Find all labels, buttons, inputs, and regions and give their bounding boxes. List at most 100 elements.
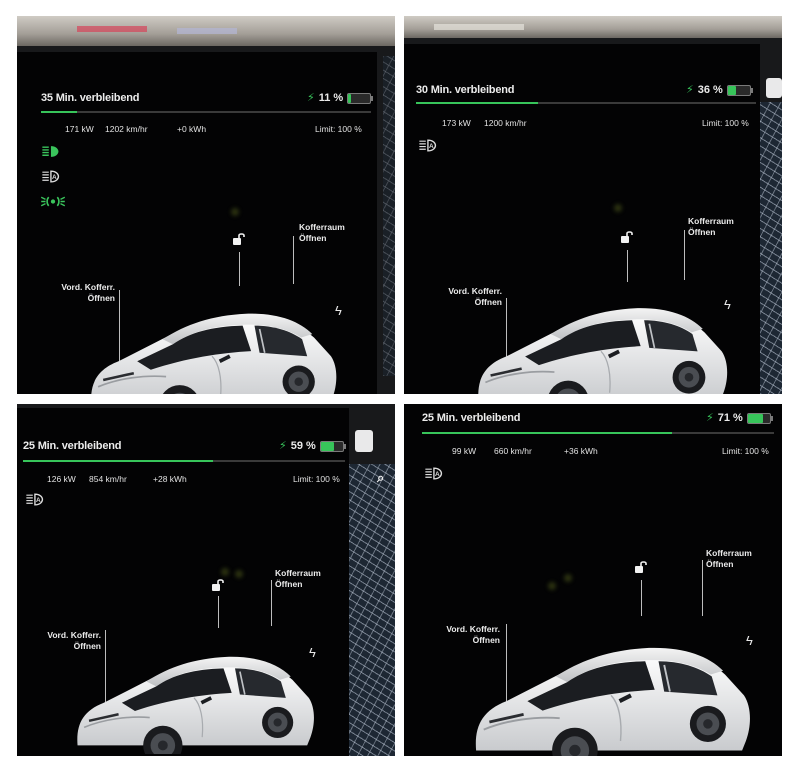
charging-screen-photo-4: 25 Min. verbleibend ⚡ 71 % 99 kW 660 km/… <box>404 404 782 756</box>
time-remaining: 25 Min. verbleibend <box>422 412 521 424</box>
parking-light-green-icon[interactable] <box>40 194 66 209</box>
trunk-label: Kofferraum <box>299 222 345 232</box>
battery-fill <box>747 413 764 423</box>
trunk-open-button[interactable]: Kofferraum Öffnen <box>688 216 734 238</box>
charge-progress-fill <box>416 102 539 104</box>
auto-high-beam-icon[interactable] <box>41 169 63 184</box>
battery-fill <box>348 93 351 103</box>
charge-rate: 1200 km/hr <box>484 118 527 128</box>
car-model <box>71 622 317 754</box>
charge-rate: 854 km/hr <box>89 474 127 484</box>
charging-screen-photo-2: 30 Min. verbleibend ⚡ 36 % 173 kW 1200 k… <box>404 16 782 394</box>
charge-port-bolt-icon[interactable]: ϟ <box>746 634 753 647</box>
charge-progress-fill <box>41 111 78 113</box>
energy-added: +0 kWh <box>177 124 207 134</box>
background-strip <box>177 28 237 34</box>
auto-high-beam-icon[interactable] <box>418 138 440 153</box>
trunk-action: Öffnen <box>688 227 716 237</box>
map-view[interactable] <box>760 102 782 394</box>
headlight-green-icon[interactable] <box>41 144 63 159</box>
reflection <box>221 568 229 576</box>
charge-rate: 660 km/hr <box>494 446 532 456</box>
charging-screen-photo-3: ⌕ 25 Min. verbleibend ⚡ 59 % 126 kW 854 … <box>17 404 395 756</box>
charge-percent: 11 % <box>318 92 344 104</box>
map-edge <box>383 56 395 376</box>
charging-bolt-icon: ⚡ <box>307 91 315 104</box>
car-model <box>470 272 732 394</box>
charge-power: 171 kW <box>65 124 94 134</box>
search-icon[interactable]: ⌕ <box>377 470 384 486</box>
charge-limit: Limit: 100 % <box>722 446 769 456</box>
charge-percent: 59 % <box>290 440 316 452</box>
battery-fill <box>727 85 736 95</box>
map-control[interactable] <box>355 430 373 452</box>
charge-percent: 36 % <box>697 84 723 96</box>
charging-bolt-icon: ⚡ <box>706 411 714 424</box>
battery-icon <box>746 412 773 424</box>
charging-bolt-icon: ⚡ <box>279 439 287 452</box>
charge-port-bolt-icon[interactable]: ϟ <box>309 646 316 659</box>
charge-power: 173 kW <box>442 118 471 128</box>
trunk-label: Kofferraum <box>688 216 734 226</box>
charge-rate: 1202 km/hr <box>105 124 148 134</box>
time-remaining: 25 Min. verbleibend <box>23 440 122 452</box>
charge-port-bolt-icon[interactable]: ϟ <box>724 298 731 311</box>
charge-port-bolt-icon[interactable]: ϟ <box>335 304 342 317</box>
charge-percent: 71 % <box>717 412 743 424</box>
charge-progress-bar <box>416 102 756 104</box>
charge-limit: Limit: 100 % <box>293 474 340 484</box>
trunk-action: Öffnen <box>299 233 327 243</box>
time-remaining: 35 Min. verbleibend <box>41 92 140 104</box>
auto-high-beam-icon[interactable] <box>424 466 446 481</box>
map-control[interactable] <box>766 78 782 98</box>
auto-high-beam-icon[interactable] <box>25 492 47 507</box>
trunk-pointer-line <box>271 580 272 626</box>
state-of-charge: ⚡ 71 % <box>706 411 773 424</box>
reflection <box>231 208 239 216</box>
charge-limit: Limit: 100 % <box>702 118 749 128</box>
background-strip <box>77 26 147 32</box>
time-remaining: 30 Min. verbleibend <box>416 84 515 96</box>
state-of-charge: ⚡ 59 % <box>279 439 346 452</box>
charge-power: 99 kW <box>452 446 477 456</box>
trunk-label: Kofferraum <box>706 548 752 558</box>
reflection <box>564 574 572 582</box>
reflection <box>614 204 622 212</box>
battery-icon <box>726 84 753 96</box>
background-room <box>404 16 782 38</box>
charge-progress-fill <box>23 460 213 462</box>
trunk-open-button[interactable]: Kofferraum Öffnen <box>706 548 752 570</box>
state-of-charge: ⚡ 36 % <box>686 83 753 96</box>
charge-power: 126 kW <box>47 474 76 484</box>
charge-progress-bar <box>41 111 371 113</box>
state-of-charge: ⚡ 11 % <box>307 91 374 104</box>
energy-added: +36 kWh <box>564 446 598 456</box>
battery-icon <box>347 92 374 104</box>
charging-screen-photo-1: 35 Min. verbleibend ⚡ 11 % 171 kW 1202 k… <box>17 16 395 394</box>
charge-progress-fill <box>422 432 672 434</box>
unlock-icon[interactable] <box>232 232 246 246</box>
charge-limit: Limit: 100 % <box>315 124 362 134</box>
battery-icon <box>319 440 346 452</box>
trunk-open-button[interactable]: Kofferraum Öffnen <box>299 222 345 244</box>
trunk-action: Öffnen <box>275 579 303 589</box>
reflection <box>548 582 556 590</box>
trunk-label: Kofferraum <box>275 568 321 578</box>
energy-added: +28 kWh <box>153 474 187 484</box>
car-model <box>466 608 756 756</box>
charge-progress-bar <box>422 432 774 434</box>
unlock-icon[interactable] <box>211 578 225 592</box>
charge-progress-bar <box>23 460 345 462</box>
unlock-icon[interactable] <box>634 560 648 574</box>
background-strip <box>434 24 524 30</box>
trunk-pointer-line <box>293 236 294 284</box>
unlock-icon[interactable] <box>620 230 634 244</box>
map-view[interactable] <box>349 464 395 756</box>
reflection <box>235 570 243 578</box>
trunk-open-button[interactable]: Kofferraum Öffnen <box>275 568 321 590</box>
trunk-action: Öffnen <box>706 559 734 569</box>
battery-fill <box>320 441 334 451</box>
charging-bolt-icon: ⚡ <box>686 83 694 96</box>
car-model <box>83 278 341 394</box>
background-room <box>17 16 395 46</box>
